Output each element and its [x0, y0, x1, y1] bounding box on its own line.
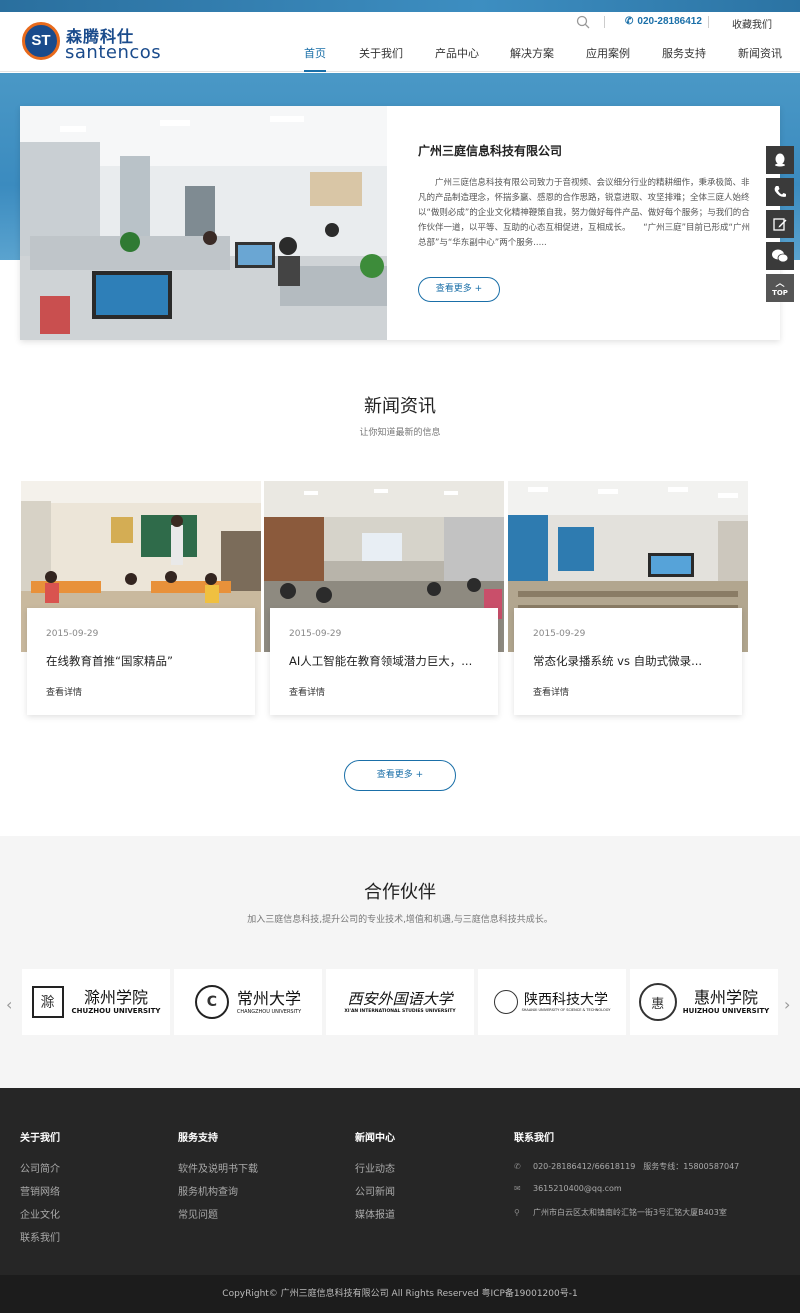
partner-logo-cn: 常州大学 — [236, 989, 301, 1009]
site-logo[interactable]: ST 森腾科仕 santencos — [22, 22, 182, 64]
partners-section — [0, 836, 800, 1088]
footer-contact-address: ⚲ 广州市白云区太和镇南岭汇铭一街3号汇铭大厦B403室 — [514, 1207, 727, 1218]
main-nav: 首页 关于我们 产品中心 解决方案 应用案例 服务支持 新闻资讯 — [287, 45, 800, 72]
nav-news[interactable]: 新闻资讯 — [738, 45, 782, 72]
footer-about-title: 关于我们 — [20, 1133, 60, 1144]
partners-section-subtitle: 加入三庭信息科技,提升公司的专业技术,增值和机遇,与三庭信息科技共成长。 — [247, 915, 553, 925]
mail-icon: ✉ — [514, 1184, 521, 1193]
partner-logo-cn: 陕西科技大学 — [524, 991, 608, 1008]
footer-contact-phone: ✆ 020-28186412/66618119 服务专线：15800587047 — [514, 1161, 739, 1172]
footer-link[interactable]: 行业动态 — [355, 1160, 395, 1175]
phone-icon: ✆ — [514, 1162, 521, 1171]
news-date: 2015-09-29 — [46, 629, 99, 639]
partner-logo-en: CHUZHOU UNIVERSITY — [71, 1007, 161, 1016]
partner-logo[interactable]: C 常州大学 CHANGZHOU UNIVERSITY — [174, 969, 322, 1035]
partner-logo[interactable]: 西安外国语大学 XI'AN INTERNATIONAL STUDIES UNIV… — [326, 969, 474, 1035]
favorite-link[interactable]: 收藏我们 — [732, 16, 772, 31]
news-detail-link[interactable]: 查看详情 — [289, 685, 325, 698]
partner-logo-en: SHAANXI UNIVERSITY OF SCIENCE & TECHNOLO… — [521, 1008, 611, 1013]
footer-link[interactable]: 媒体报道 — [355, 1206, 395, 1221]
footer-link[interactable]: 营销网络 — [20, 1183, 60, 1198]
wechat-icon[interactable] — [766, 242, 794, 270]
partner-logo-en: XI'AN INTERNATIONAL STUDIES UNIVERSITY — [344, 1008, 456, 1014]
partner-logo[interactable]: 陕西科技大学 SHAANXI UNIVERSITY OF SCIENCE & T… — [478, 969, 626, 1035]
footer-link[interactable]: 常见问题 — [178, 1206, 218, 1221]
qq-icon[interactable] — [766, 146, 794, 174]
partner-logo[interactable]: 惠 惠州学院 HUIZHOU UNIVERSITY — [630, 969, 778, 1035]
chevron-up-icon: ︿ — [775, 278, 785, 289]
header-divider — [604, 16, 605, 28]
footer-phone-text: 020-28186412/66618119 服务专线：15800587047 — [533, 1162, 740, 1171]
nav-home[interactable]: 首页 — [304, 45, 326, 72]
search-icon[interactable] — [575, 14, 591, 30]
copyright-bar: CopyRight© 广州三庭信息科技有限公司 All Rights Reser… — [0, 1275, 800, 1313]
partner-logo-cn: 滁州学院 — [83, 988, 148, 1008]
back-to-top-button[interactable]: ︿ TOP — [766, 274, 794, 302]
office-photo — [20, 106, 387, 340]
university-emblem-icon: 滁 — [31, 986, 64, 1018]
university-emblem-icon: C — [194, 985, 229, 1019]
footer-link[interactable]: 服务机构查询 — [178, 1183, 238, 1198]
back-to-top-label: TOP — [772, 288, 788, 297]
logo-badge: ST — [22, 22, 60, 60]
news-section-title: 新闻资讯 — [364, 396, 436, 417]
news-card[interactable]: 2015-09-29 常态化录播系统 vs 自助式微录... 查看详情 — [514, 608, 742, 715]
news-section-subtitle: 让你知道最新的信息 — [359, 428, 441, 438]
footer-link[interactable]: 软件及说明书下载 — [178, 1160, 258, 1175]
news-card[interactable]: 2015-09-29 在线教育首推“国家精品” 查看详情 — [27, 608, 255, 715]
partner-logo-cn: 惠州学院 — [693, 988, 758, 1008]
partner-logo-cn: 西安外国语大学 — [347, 989, 453, 1008]
news-title[interactable]: 常态化录播系统 vs 自助式微录... — [533, 653, 725, 669]
news-title[interactable]: 在线教育首推“国家精品” — [46, 653, 238, 669]
about-title: 广州三庭信息科技有限公司 — [418, 144, 563, 158]
nav-solutions[interactable]: 解决方案 — [510, 45, 554, 72]
partners-section-title: 合作伙伴 — [364, 882, 436, 903]
edit-message-icon[interactable] — [766, 210, 794, 238]
news-more-button[interactable]: 查看更多 + — [344, 760, 456, 791]
footer-link[interactable]: 公司简介 — [20, 1160, 60, 1175]
news-card[interactable]: 2015-09-29 AI人工智能在教育领域潜力巨大，... 查看详情 — [270, 608, 498, 715]
header-top-stripe — [0, 0, 800, 12]
location-pin-icon: ⚲ — [514, 1208, 520, 1217]
carousel-next-icon[interactable]: › — [784, 995, 790, 1014]
phone-icon[interactable] — [766, 178, 794, 206]
footer-email-text[interactable]: 3615210400@qq.com — [533, 1184, 622, 1193]
partner-logo-en: CHANGZHOU UNIVERSITY — [236, 1008, 302, 1015]
nav-cases[interactable]: 应用案例 — [586, 45, 630, 72]
header-phone-number: 020-28186412 — [637, 16, 702, 27]
footer-link[interactable]: 企业文化 — [20, 1206, 60, 1221]
footer-news-title: 新闻中心 — [355, 1133, 395, 1144]
side-float-bar: ︿ TOP — [766, 146, 794, 306]
footer-link[interactable]: 公司新闻 — [355, 1183, 395, 1198]
site-footer — [0, 1088, 800, 1275]
about-more-button[interactable]: 查看更多 + — [418, 277, 500, 302]
partner-logo-en: HUIZHOU UNIVERSITY — [682, 1007, 770, 1016]
header-phone: ✆ 020-28186412 — [625, 16, 702, 27]
nav-support[interactable]: 服务支持 — [662, 45, 706, 72]
nav-about[interactable]: 关于我们 — [359, 45, 403, 72]
footer-service-title: 服务支持 — [178, 1133, 218, 1144]
footer-contact-title: 联系我们 — [514, 1133, 554, 1144]
logo-en-text: santencos — [65, 42, 162, 63]
university-emblem-icon: 惠 — [638, 983, 677, 1021]
partner-logo[interactable]: 滁 滁州学院 CHUZHOU UNIVERSITY — [22, 969, 170, 1035]
phone-icon: ✆ — [625, 16, 634, 27]
news-title[interactable]: AI人工智能在教育领域潜力巨大，... — [289, 653, 481, 669]
about-card: 广州三庭信息科技有限公司 广州三庭信息科技有限公司致力于音视频、会议细分行业的精… — [20, 106, 780, 340]
nav-products[interactable]: 产品中心 — [435, 45, 479, 72]
carousel-prev-icon[interactable]: ‹ — [6, 995, 12, 1014]
news-detail-link[interactable]: 查看详情 — [533, 685, 569, 698]
news-date: 2015-09-29 — [533, 629, 586, 639]
news-detail-link[interactable]: 查看详情 — [46, 685, 82, 698]
footer-contact-email: ✉ 3615210400@qq.com — [514, 1184, 622, 1193]
about-text: 广州三庭信息科技有限公司致力于音视频、会议细分行业的精耕细作，秉承极简、非凡的产… — [418, 178, 750, 248]
university-emblem-icon — [493, 990, 518, 1014]
header-divider — [708, 16, 709, 28]
news-date: 2015-09-29 — [289, 629, 342, 639]
footer-link[interactable]: 联系我们 — [20, 1229, 60, 1244]
footer-address-text: 广州市白云区太和镇南岭汇铭一街3号汇铭大厦B403室 — [533, 1208, 727, 1217]
